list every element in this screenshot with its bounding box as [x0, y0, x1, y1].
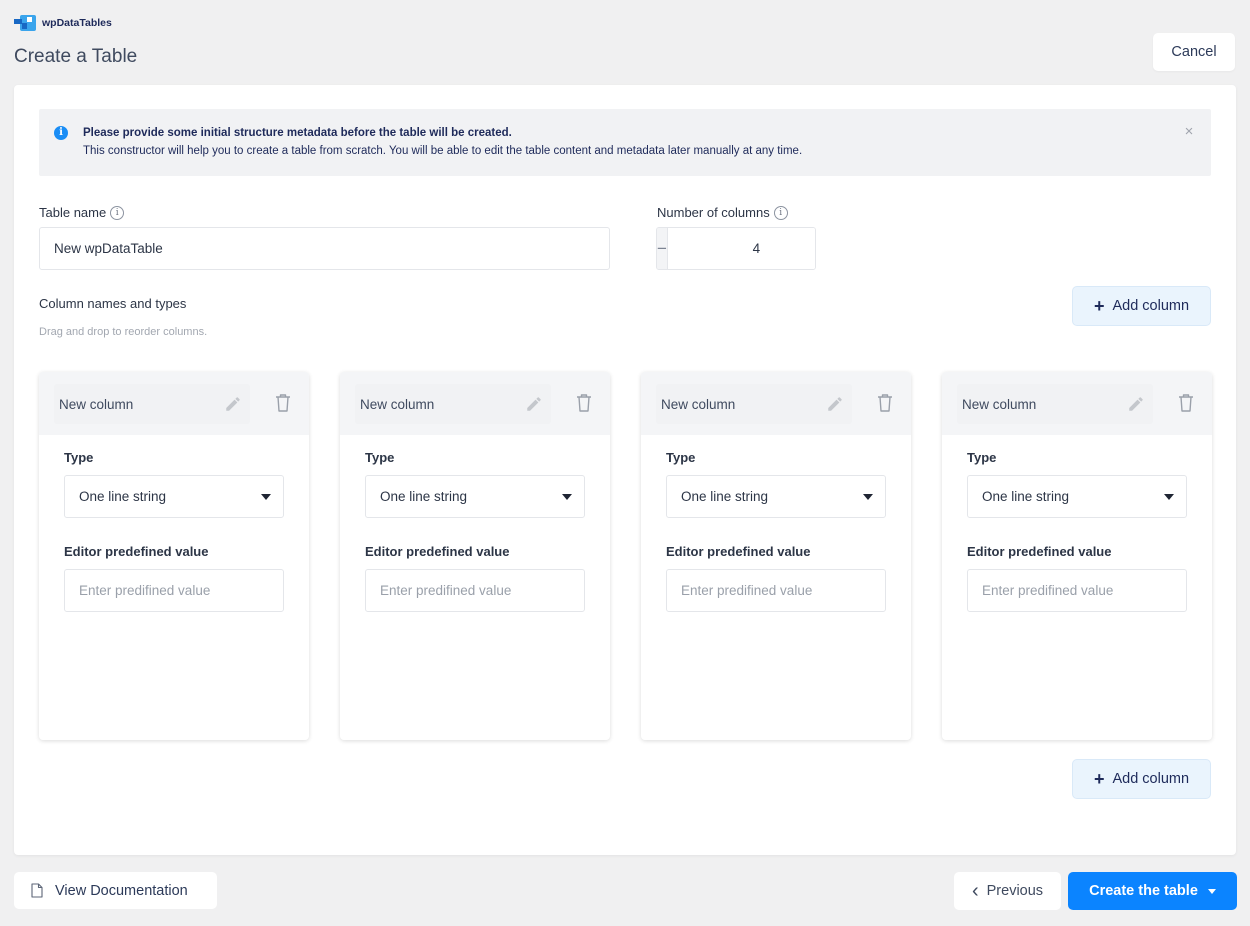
alert-text: This constructor will help you to create…: [83, 145, 803, 157]
type-select[interactable]: One line string: [666, 475, 886, 518]
predefined-value-input[interactable]: [967, 569, 1187, 612]
brand-name: wpDataTables: [42, 17, 112, 29]
table-name-label: Table name i: [39, 205, 125, 220]
trash-icon[interactable]: [576, 393, 592, 413]
type-label: Type: [967, 450, 997, 465]
close-icon[interactable]: ×: [1181, 124, 1197, 140]
caret-down-icon: [1164, 493, 1174, 500]
column-card[interactable]: New column Type One line string Editor p…: [39, 372, 309, 740]
predefined-label: Editor predefined value: [967, 544, 1112, 559]
table-name-input[interactable]: [39, 227, 610, 270]
create-table-button[interactable]: Create the table: [1068, 872, 1237, 910]
type-value: One line string: [982, 489, 1070, 504]
table-constructor-panel: i Please provide some initial structure …: [14, 85, 1236, 855]
type-select[interactable]: One line string: [365, 475, 585, 518]
column-name: New column: [661, 396, 736, 412]
type-label: Type: [64, 450, 94, 465]
docs-label: View Documentation: [55, 882, 188, 899]
plus-icon: +: [1093, 296, 1105, 316]
column-name: New column: [360, 396, 435, 412]
caret-down-icon[interactable]: [1207, 888, 1216, 894]
document-icon: [31, 883, 43, 898]
predefined-label: Editor predefined value: [666, 544, 811, 559]
type-label: Type: [365, 450, 395, 465]
add-column-label: Add column: [1112, 298, 1190, 314]
column-cards: New column Type One line string Editor p…: [39, 372, 1212, 740]
add-column-label: Add column: [1112, 771, 1190, 787]
column-card[interactable]: New column Type One line string Editor p…: [641, 372, 911, 740]
type-value: One line string: [380, 489, 468, 504]
pencil-icon[interactable]: [826, 395, 844, 413]
column-name-field[interactable]: New column: [957, 384, 1153, 424]
chevron-left-icon: ‹: [971, 880, 979, 902]
type-label: Type: [666, 450, 696, 465]
info-alert: i Please provide some initial structure …: [39, 109, 1211, 176]
num-columns-stepper: − +: [656, 227, 816, 270]
num-columns-label-text: Number of columns: [657, 205, 770, 220]
predefined-value-input[interactable]: [64, 569, 284, 612]
type-select[interactable]: One line string: [967, 475, 1187, 518]
column-card-header: New column: [340, 372, 610, 435]
cancel-button[interactable]: Cancel: [1153, 33, 1235, 71]
wpdatatables-logo-icon: [14, 15, 36, 31]
info-tooltip-icon[interactable]: i: [773, 205, 788, 220]
caret-down-icon: [261, 493, 271, 500]
predefined-value-input[interactable]: [365, 569, 585, 612]
add-column-button-bottom[interactable]: + Add column: [1072, 759, 1211, 799]
info-tooltip-icon[interactable]: i: [110, 205, 125, 220]
caret-down-icon: [562, 493, 572, 500]
num-columns-input[interactable]: [666, 228, 815, 269]
table-name-label-text: Table name: [39, 205, 107, 220]
info-icon: i: [54, 126, 68, 140]
type-value: One line string: [681, 489, 769, 504]
trash-icon[interactable]: [275, 393, 291, 413]
previous-button[interactable]: ‹ Previous: [954, 872, 1061, 910]
caret-down-icon: [863, 493, 873, 500]
column-name: New column: [962, 396, 1037, 412]
decrement-button[interactable]: −: [657, 228, 667, 269]
add-column-button-top[interactable]: + Add column: [1072, 286, 1211, 326]
trash-icon[interactable]: [877, 393, 893, 413]
predefined-label: Editor predefined value: [64, 544, 209, 559]
column-name-field[interactable]: New column: [355, 384, 551, 424]
create-label: Create the table: [1089, 883, 1198, 899]
column-card[interactable]: New column Type One line string Editor p…: [942, 372, 1212, 740]
predefined-label: Editor predefined value: [365, 544, 510, 559]
type-select[interactable]: One line string: [64, 475, 284, 518]
trash-icon[interactable]: [1178, 393, 1194, 413]
column-card[interactable]: New column Type One line string Editor p…: [340, 372, 610, 740]
pencil-icon[interactable]: [224, 395, 242, 413]
plus-icon: +: [1093, 769, 1105, 789]
type-value: One line string: [79, 489, 167, 504]
column-name-field[interactable]: New column: [54, 384, 250, 424]
predefined-value-input[interactable]: [666, 569, 886, 612]
column-card-header: New column: [641, 372, 911, 435]
pencil-icon[interactable]: [1127, 395, 1145, 413]
pencil-icon[interactable]: [525, 395, 543, 413]
drag-hint: Drag and drop to reorder columns.: [39, 326, 208, 338]
column-card-header: New column: [942, 372, 1212, 435]
column-card-header: New column: [39, 372, 309, 435]
brand-header: wpDataTables: [14, 15, 112, 31]
alert-title: Please provide some initial structure me…: [83, 127, 512, 139]
column-name-field[interactable]: New column: [656, 384, 852, 424]
page-title: Create a Table: [14, 46, 138, 67]
section-title: Column names and types: [39, 296, 187, 311]
view-documentation-button[interactable]: View Documentation: [14, 872, 217, 909]
num-columns-label: Number of columns i: [657, 205, 788, 220]
previous-label: Previous: [986, 883, 1044, 899]
column-name: New column: [59, 396, 134, 412]
